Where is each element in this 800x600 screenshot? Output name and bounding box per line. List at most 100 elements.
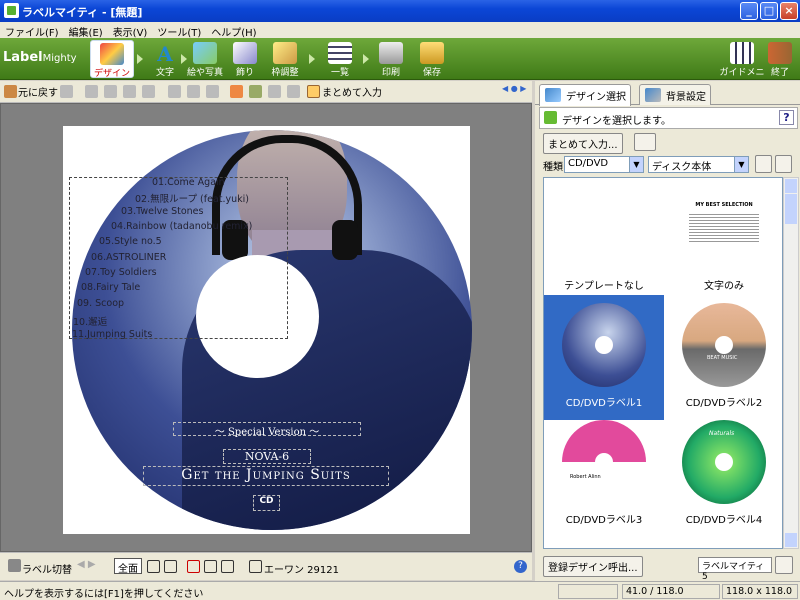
thumbnail-no-template[interactable]: テンプレートなし [544, 178, 664, 303]
zoom-out-icon[interactable] [755, 155, 772, 173]
save-tool-button[interactable]: 保存 [410, 40, 454, 78]
redo-icon[interactable] [60, 85, 73, 98]
frame-tool-button[interactable]: 枠調整 [263, 40, 307, 78]
label-switch-button[interactable]: ラベル切替 [22, 561, 72, 576]
design-tool-button[interactable]: デザイン [90, 40, 134, 79]
size-value: 118.0 x 118.0 [726, 586, 793, 597]
thumbnail-label: 文字のみ [704, 281, 744, 292]
text-a-icon: A [157, 42, 173, 66]
bulk-input-panel-button[interactable]: まとめて入力... [543, 133, 623, 154]
thumbnail-cd-dvd-1[interactable]: CD/DVDラベル1 [544, 295, 664, 420]
brand-sub: Mighty [42, 53, 77, 64]
cd-dvd-3-preview [562, 420, 646, 504]
thumbnail-cd-dvd-4[interactable]: Naturals CD/DVDラベル4 [664, 412, 782, 537]
nav-arrows-icon[interactable]: ◀ ● ▶ [502, 84, 526, 93]
minimize-button[interactable]: _ [740, 2, 758, 20]
help-circle-icon[interactable]: ? [514, 560, 527, 573]
track-item: 02.無限ループ (feat.yuki) [135, 194, 250, 205]
thumbnail-label: CD/DVDラベル4 [685, 515, 763, 526]
frame-icon[interactable] [287, 85, 300, 98]
bulk-input-button[interactable]: まとめて入力 [322, 84, 382, 99]
layout-icon[interactable] [221, 560, 234, 573]
track-item: 07.Toy Soldiers [85, 267, 157, 278]
album-title-text[interactable]: Get the Jumping Suits [143, 466, 389, 486]
track-item: 08.Fairy Tale [81, 282, 141, 293]
chevron-down-icon: ▼ [629, 157, 643, 172]
edition-text[interactable]: ～ Special Version ～ [173, 422, 361, 438]
print-tool-button[interactable]: 印刷 [369, 40, 413, 78]
menu-edit[interactable]: 編集(E) [64, 22, 108, 39]
tab-background[interactable]: 背景設定 [639, 84, 711, 105]
thumbnail-cd-dvd-2[interactable]: BEAT MUSIC CD/DVDラベル2 [664, 295, 782, 420]
menu-file[interactable]: ファイル(F) [0, 22, 64, 39]
image-label: 絵や写真 [186, 68, 223, 78]
front-icon[interactable] [168, 85, 181, 98]
close-button[interactable]: × [780, 2, 798, 20]
tab-background-label: 背景設定 [666, 92, 706, 103]
back-icon[interactable] [187, 85, 200, 98]
status-bar: ヘルプを表示するには[F1]を押してください 41.0 / 118.0 118.… [0, 581, 800, 600]
folder-icon [420, 42, 444, 64]
scroll-thumb[interactable] [785, 194, 797, 224]
decor-tool-button[interactable]: 飾り [223, 40, 267, 78]
help-icon[interactable]: ? [779, 110, 794, 125]
hint-text: デザインを選択します。 [562, 116, 671, 127]
nav-arrows-icon[interactable]: ◀ ▶ [77, 559, 96, 570]
brand-main: Label [3, 50, 43, 65]
hint-bar: デザインを選択します。 ? [539, 107, 798, 129]
cd-dvd-1-preview [562, 303, 646, 387]
register-design-button[interactable]: 登録デザイン呼出... [543, 556, 643, 577]
page-frame-icon[interactable] [187, 560, 200, 573]
zoom-out-icon[interactable] [164, 560, 177, 573]
track-item: 01.Come Again [152, 177, 225, 188]
cut-icon[interactable] [85, 85, 98, 98]
copy-icon[interactable] [104, 85, 117, 98]
paste-icon[interactable] [123, 85, 136, 98]
background-icon [645, 88, 661, 102]
tab-design-select[interactable]: デザイン選択 [539, 84, 631, 106]
text-style-icon[interactable] [230, 85, 243, 98]
scroll-down-icon[interactable] [785, 533, 797, 547]
design-label: デザイン [93, 69, 130, 79]
undo-button[interactable]: 元に戻す [18, 84, 58, 99]
exit-button[interactable]: 終了 [762, 40, 798, 78]
preview-icon[interactable] [775, 155, 792, 173]
artist-text[interactable]: NOVA-6 [223, 449, 311, 464]
style-select[interactable]: ディスク本体 ▼ [648, 156, 749, 173]
track-item: 06.ASTROLINER [91, 252, 167, 263]
thumbnail-label: CD/DVDラベル2 [685, 398, 763, 409]
copy-design-icon[interactable] [634, 133, 656, 151]
size-readout: 118.0 x 118.0 [722, 584, 798, 599]
print-label: 印刷 [381, 68, 400, 78]
thumbnail-scrollbar[interactable] [783, 177, 799, 549]
exit-door-icon [768, 42, 792, 64]
color-icon[interactable] [268, 85, 281, 98]
image-tool-button[interactable]: 絵や写真 [183, 40, 227, 78]
menu-tools[interactable]: ツール(T) [152, 22, 206, 39]
thumbnail-cd-dvd-3[interactable]: Robert Alinn CD/DVDラベル3 [544, 412, 664, 537]
design-icon [100, 43, 124, 65]
menu-help[interactable]: ヘルプ(H) [206, 22, 261, 39]
maximize-button[interactable]: □ [760, 2, 778, 20]
product-info-icon[interactable] [775, 556, 793, 574]
cd-badge[interactable]: CD [253, 495, 280, 511]
title-bar[interactable]: ラベルマイティ - [無題] _ □ × [0, 0, 800, 22]
paint-icon[interactable] [249, 85, 262, 98]
list-tool-button[interactable]: 一覧 [318, 40, 362, 78]
thumbnail-text-only[interactable]: MY BEST SELECTION 文字のみ [664, 178, 782, 303]
delete-icon[interactable] [142, 85, 155, 98]
zoom-in-icon[interactable] [147, 560, 160, 573]
window-title: ラベルマイティ - [無題] [22, 6, 143, 19]
fullview-button[interactable]: 全面 [114, 558, 142, 575]
menu-view[interactable]: 表示(V) [108, 22, 153, 39]
grid-icon[interactable] [204, 560, 217, 573]
scroll-up-icon[interactable] [785, 179, 797, 193]
app-icon [4, 3, 19, 18]
bulk-input-icon [307, 85, 320, 98]
kind-select[interactable]: CD/DVD ▼ [564, 156, 644, 173]
cd-dvd-2-preview [682, 303, 766, 387]
track-item: 11.Jumping Suits [72, 329, 153, 340]
frame-adjust-icon [273, 42, 297, 64]
group-icon[interactable] [206, 85, 219, 98]
guide-menu-button[interactable]: ガイドメニュー [718, 40, 766, 91]
